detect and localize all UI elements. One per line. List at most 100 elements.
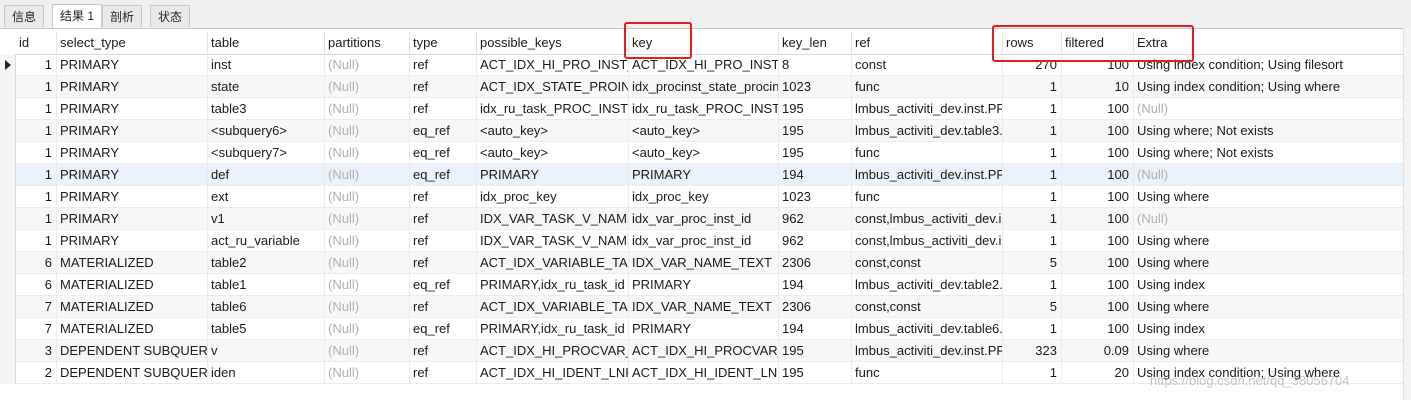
cell-filtered[interactable]: 100 [1062,120,1134,142]
cell-key-len[interactable]: 195 [779,340,852,362]
cell-filtered[interactable]: 100 [1062,274,1134,296]
table-row[interactable]: 7 MATERIALIZED table6 (Null) ref ACT_IDX_VARI… [0,296,1404,318]
cell-filtered[interactable]: 100 [1062,296,1134,318]
cell-possible-keys[interactable]: <auto_key> [477,120,629,142]
cell-select-type[interactable]: PRIMARY [57,186,208,208]
cell-rows[interactable]: 1 [1003,164,1062,186]
cell-table[interactable]: iden [208,362,325,384]
cell-ref[interactable]: func [852,142,1003,164]
cell-partitions[interactable]: (Null) [325,186,410,208]
cell-ref[interactable]: lmbus_activiti_dev.table6.T [852,318,1003,340]
cell-ref[interactable]: const,lmbus_activiti_dev.inst [852,230,1003,252]
cell-extra[interactable]: Using where [1134,252,1404,274]
cell-type[interactable]: ref [410,208,477,230]
cell-filtered[interactable]: 100 [1062,98,1134,120]
cell-type[interactable]: eq_ref [410,120,477,142]
cell-ref[interactable]: const,const [852,252,1003,274]
row-indicator[interactable] [0,362,16,384]
cell-ref[interactable]: lmbus_activiti_dev.inst.PROC [852,340,1003,362]
cell-type[interactable]: ref [410,340,477,362]
row-indicator[interactable] [0,340,16,362]
cell-possible-keys[interactable]: ACT_IDX_VARIABLE_TASK_ [477,296,629,318]
cell-rows[interactable]: 5 [1003,296,1062,318]
cell-possible-keys[interactable]: PRIMARY [477,164,629,186]
cell-partitions[interactable]: (Null) [325,274,410,296]
row-indicator[interactable] [0,230,16,252]
cell-table[interactable]: table2 [208,252,325,274]
cell-table[interactable]: <subquery7> [208,142,325,164]
cell-type[interactable]: ref [410,54,477,76]
cell-id[interactable]: 1 [16,142,57,164]
cell-key-len[interactable]: 2306 [779,296,852,318]
cell-possible-keys[interactable]: IDX_VAR_TASK_V_NAME,idx [477,230,629,252]
cell-filtered[interactable]: 100 [1062,142,1134,164]
cell-rows[interactable]: 1 [1003,186,1062,208]
cell-filtered[interactable]: 100 [1062,230,1134,252]
cell-key-len[interactable]: 1023 [779,76,852,98]
vertical-scrollbar[interactable] [1403,28,1411,400]
cell-id[interactable]: 6 [16,252,57,274]
cell-partitions[interactable]: (Null) [325,362,410,384]
cell-rows[interactable]: 1 [1003,76,1062,98]
table-row[interactable]: 1 PRIMARY <subquery6> (Null) eq_ref <auto_key… [0,120,1404,142]
cell-possible-keys[interactable]: ACT_IDX_HI_IDENT_LNK_T [477,362,629,384]
row-indicator[interactable] [0,296,16,318]
cell-table[interactable]: table6 [208,296,325,318]
cell-key-len[interactable]: 194 [779,164,852,186]
cell-type[interactable]: ref [410,362,477,384]
cell-filtered[interactable]: 100 [1062,252,1134,274]
cell-filtered[interactable]: 10 [1062,76,1134,98]
cell-possible-keys[interactable]: ACT_IDX_HI_PRO_INST_EN [477,54,629,76]
row-indicator[interactable] [0,318,16,340]
cell-partitions[interactable]: (Null) [325,98,410,120]
cell-select-type[interactable]: PRIMARY [57,120,208,142]
cell-partitions[interactable]: (Null) [325,120,410,142]
cell-partitions[interactable]: (Null) [325,54,410,76]
table-row[interactable]: 1 PRIMARY def (Null) eq_ref PRIMARY PRIMARY 194… [0,164,1404,186]
cell-ref[interactable]: lmbus_activiti_dev.inst.PROC [852,98,1003,120]
cell-key[interactable]: idx_var_proc_inst_id [629,230,779,252]
cell-key-len[interactable]: 195 [779,120,852,142]
cell-key[interactable]: ACT_IDX_HI_PROCVAR_PRO [629,340,779,362]
cell-id[interactable]: 1 [16,98,57,120]
cell-rows[interactable]: 1 [1003,318,1062,340]
cell-select-type[interactable]: PRIMARY [57,208,208,230]
cell-extra[interactable]: Using index [1134,318,1404,340]
header-col-type[interactable]: type [410,32,477,54]
cell-ref[interactable]: const,const [852,296,1003,318]
cell-key[interactable]: IDX_VAR_NAME_TEXT [629,252,779,274]
cell-key-len[interactable]: 2306 [779,252,852,274]
cell-ref[interactable]: const [852,54,1003,76]
tab-result-1[interactable]: 结果 1 [52,4,103,28]
row-indicator[interactable] [0,142,16,164]
cell-key-len[interactable]: 962 [779,208,852,230]
cell-partitions[interactable]: (Null) [325,142,410,164]
table-row[interactable]: 7 MATERIALIZED table5 (Null) eq_ref PRIMARY,i… [0,318,1404,340]
cell-select-type[interactable]: PRIMARY [57,76,208,98]
cell-key-len[interactable]: 195 [779,142,852,164]
cell-key-len[interactable]: 194 [779,318,852,340]
cell-select-type[interactable]: PRIMARY [57,54,208,76]
cell-select-type[interactable]: DEPENDENT SUBQUERY [57,340,208,362]
cell-type[interactable]: eq_ref [410,164,477,186]
header-col-partitions[interactable]: partitions [325,32,410,54]
cell-table[interactable]: table1 [208,274,325,296]
cell-id[interactable]: 1 [16,54,57,76]
row-indicator[interactable] [0,54,16,76]
cell-possible-keys[interactable]: idx_proc_key [477,186,629,208]
table-row[interactable]: 1PRIMARYv1(Null)refIDX_VAR_TASK_V_NAME,i… [0,208,1404,230]
cell-filtered[interactable]: 100 [1062,318,1134,340]
cell-possible-keys[interactable]: ACT_IDX_VARIABLE_TASK_ [477,252,629,274]
cell-table[interactable]: table3 [208,98,325,120]
cell-key[interactable]: <auto_key> [629,142,779,164]
cell-filtered[interactable]: 0.09 [1062,340,1134,362]
tab-info[interactable]: 信息 [4,5,45,27]
cell-select-type[interactable]: DEPENDENT SUBQUERY [57,362,208,384]
row-indicator[interactable] [0,76,16,98]
cell-key[interactable]: <auto_key> [629,120,779,142]
cell-partitions[interactable]: (Null) [325,76,410,98]
cell-type[interactable]: ref [410,230,477,252]
cell-filtered[interactable]: 100 [1062,208,1134,230]
cell-possible-keys[interactable]: PRIMARY,idx_ru_task_id [477,318,629,340]
header-col-table[interactable]: table [208,32,325,54]
